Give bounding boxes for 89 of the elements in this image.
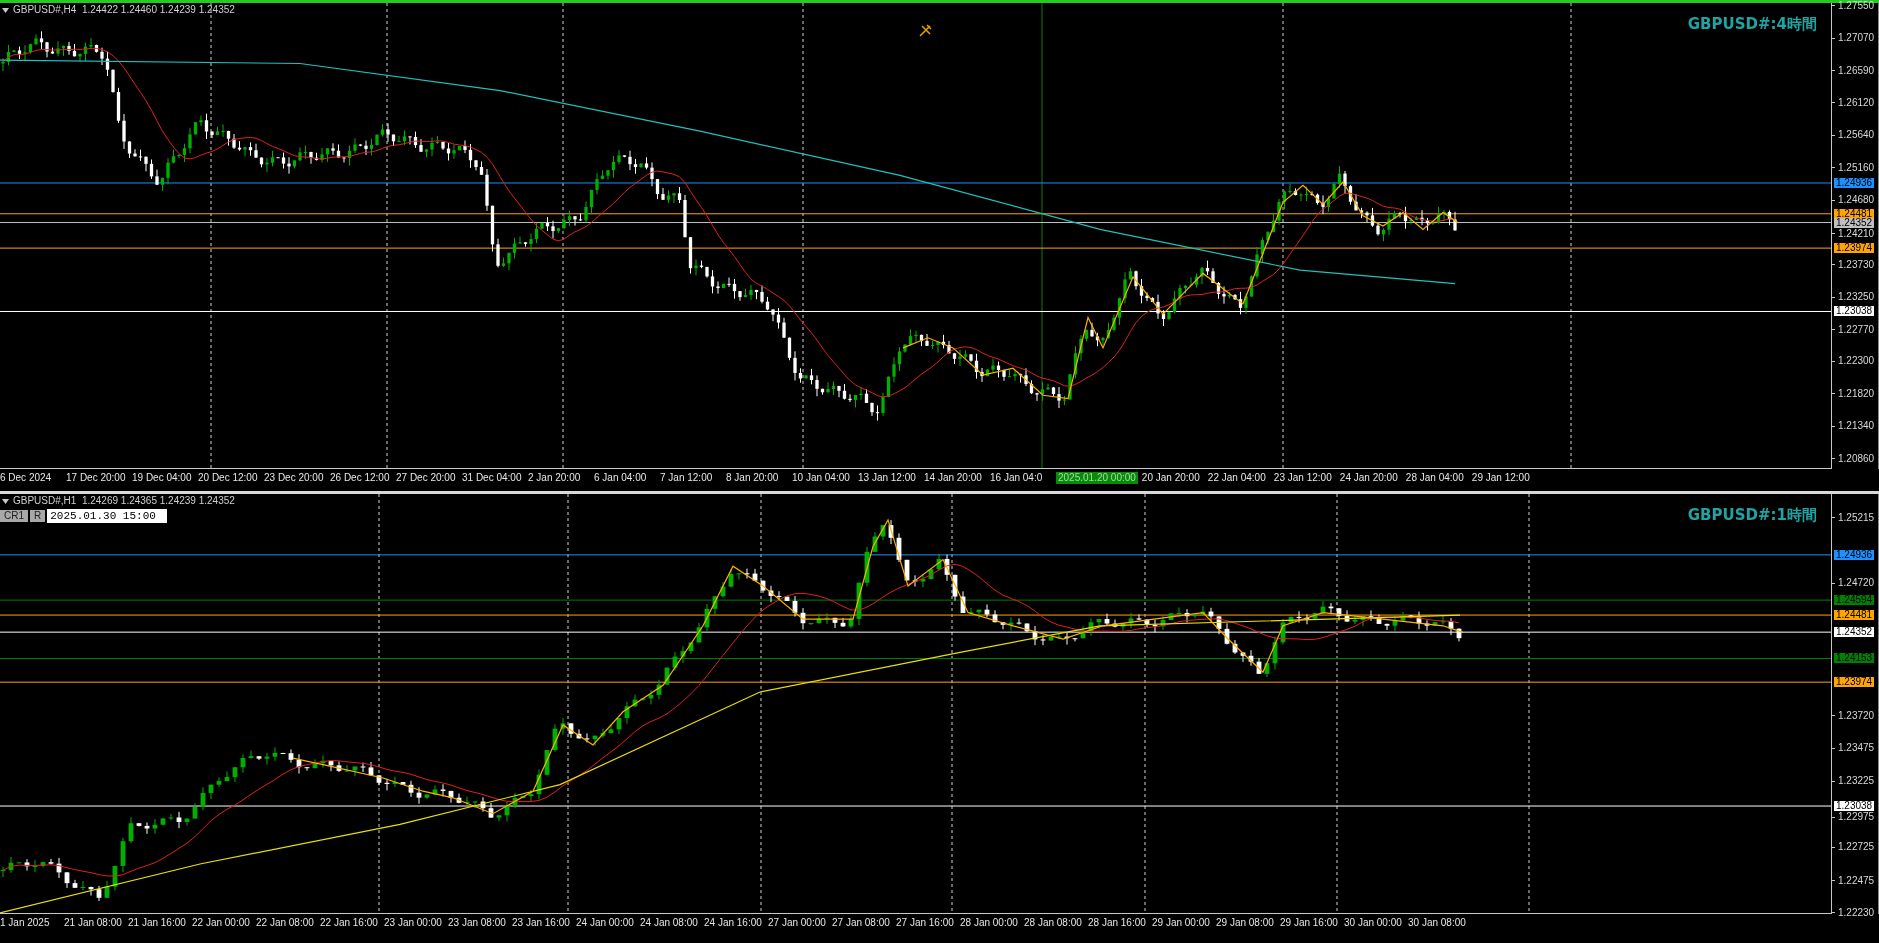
price-label: 1.24720 <box>1838 578 1875 589</box>
time-label: 1 Jan 2025 <box>0 917 51 929</box>
time-label: 27 Dec 20:00 <box>396 472 457 484</box>
time-label: 29 Jan 08:00 <box>1216 917 1275 929</box>
time-label: 6 Dec 2024 <box>0 472 53 484</box>
time-label: 7 Jan 12:00 <box>660 472 714 484</box>
time-label: 23 Jan 08:00 <box>448 917 507 929</box>
time-label: 21 Jan 08:00 <box>64 917 123 929</box>
time-label: 2025.01.20 00:00 <box>1056 472 1138 484</box>
time-label: 22 Jan 04:00 <box>1207 472 1267 484</box>
time-label: 24 Jan 16:00 <box>704 917 763 929</box>
time-label: 21 Jan 16:00 <box>128 917 187 929</box>
time-label: 20 Dec 12:00 <box>198 472 259 484</box>
time-label: 6 Jan 04:00 <box>594 472 648 484</box>
price-tag: 1.24352 <box>1834 627 1875 638</box>
time-label: 28 Jan 08:00 <box>1024 917 1083 929</box>
time-label: 22 Jan 00:00 <box>192 917 251 929</box>
price-label: 1.26590 <box>1838 65 1875 76</box>
time-label: 30 Jan 00:00 <box>1344 917 1403 929</box>
time-label: 27 Jan 00:00 <box>768 917 827 929</box>
chart-info-text: GBPUSD#,H1 1.24269 1.24365 1.24239 1.24352 <box>13 495 235 507</box>
time-label: 24 Jan 00:00 <box>576 917 635 929</box>
time-label: 16 Jan 04:0 <box>990 472 1044 484</box>
price-label: 1.23250 <box>1838 292 1875 303</box>
toolbar-button[interactable]: R <box>30 510 46 522</box>
time-label: 8 Jan 20:00 <box>726 472 780 484</box>
price-label: 1.22725 <box>1838 842 1875 853</box>
price-tag: 1.24594 <box>1834 595 1875 606</box>
time-label: 22 Jan 08:00 <box>256 917 315 929</box>
time-label: 28 Jan 00:00 <box>960 917 1019 929</box>
price-tag: 1.24481 <box>1834 610 1875 621</box>
time-label: 23 Dec 20:00 <box>264 472 325 484</box>
price-label: 1.25160 <box>1838 162 1875 173</box>
toolbar-button[interactable]: CR1 <box>0 510 28 522</box>
time-label: 20 Jan 20:00 <box>1141 472 1201 484</box>
chart-symbol-label: GBPUSD#:1時間 <box>1687 506 1817 525</box>
price-label: 1.22770 <box>1838 324 1875 335</box>
chart-info-text: GBPUSD#,H4 1.24422 1.24460 1.24239 1.24352 <box>13 4 235 16</box>
price-label: 1.22300 <box>1838 356 1875 367</box>
time-label: 23 Jan 16:00 <box>512 917 571 929</box>
price-label: 1.22230 <box>1838 907 1875 918</box>
time-label: 13 Jan 12:00 <box>858 472 917 484</box>
time-label: 29 Jan 12:00 <box>1471 472 1531 484</box>
price-label: 1.22975 <box>1838 812 1875 822</box>
price-label: 1.25640 <box>1838 130 1875 141</box>
price-tag: 1.24481 <box>1834 208 1875 219</box>
price-label: 1.24210 <box>1838 228 1875 239</box>
time-label: 28 Jan 04:00 <box>1405 472 1465 484</box>
date-input-field[interactable]: 2025.01.30 15:00 <box>47 509 168 523</box>
price-label: 1.27070 <box>1838 33 1875 44</box>
price-label: 1.23730 <box>1838 259 1875 270</box>
price-label: 1.25215 <box>1838 512 1875 523</box>
price-label: 1.21820 <box>1838 388 1875 399</box>
time-label: 2 Jan 20:00 <box>528 472 582 484</box>
time-label: 10 Jan 04:00 <box>792 472 851 484</box>
price-label: 1.26120 <box>1838 97 1875 108</box>
time-label: 24 Jan 08:00 <box>640 917 699 929</box>
price-label: 1.23475 <box>1838 743 1875 754</box>
time-label: 19 Dec 04:00 <box>132 472 193 484</box>
time-label: 26 Dec 12:00 <box>330 472 391 484</box>
price-label: 1.21340 <box>1838 421 1875 432</box>
price-tag: 1.23974 <box>1834 243 1875 254</box>
price-tag: 1.24153 <box>1834 653 1875 664</box>
price-label: 1.23720 <box>1838 710 1875 721</box>
price-tag: 1.24936 <box>1834 177 1875 188</box>
time-label: 29 Jan 16:00 <box>1280 917 1339 929</box>
price-tag: 1.24936 <box>1834 549 1875 560</box>
price-label: 1.27550 <box>1838 1 1875 11</box>
price-tag: 1.24352 <box>1834 217 1875 228</box>
price-label: 1.20860 <box>1838 453 1875 464</box>
time-label: 27 Jan 16:00 <box>896 917 955 929</box>
time-label: 23 Jan 12:00 <box>1273 472 1333 484</box>
price-label: 1.23225 <box>1838 776 1875 787</box>
time-label: 17 Dec 20:00 <box>66 472 127 484</box>
time-label: 31 Dec 04:00 <box>462 472 523 484</box>
time-label: 22 Jan 16:00 <box>320 917 379 929</box>
price-tag: 1.23974 <box>1834 677 1875 688</box>
time-label: 29 Jan 00:00 <box>1152 917 1211 929</box>
price-label: 1.22475 <box>1838 875 1875 886</box>
time-label: 28 Jan 16:00 <box>1088 917 1147 929</box>
price-tag: 1.23038 <box>1834 306 1875 317</box>
price-label: 1.24680 <box>1838 195 1875 206</box>
time-label: 24 Jan 20:00 <box>1339 472 1399 484</box>
time-label: 14 Jan 20:00 <box>924 472 983 484</box>
time-label: 27 Jan 08:00 <box>832 917 891 929</box>
price-tag: 1.23038 <box>1834 801 1875 811</box>
chart-symbol-label: GBPUSD#:4時間 <box>1687 15 1817 34</box>
time-label: 23 Jan 00:00 <box>384 917 443 929</box>
time-label: 30 Jan 08:00 <box>1408 917 1467 929</box>
